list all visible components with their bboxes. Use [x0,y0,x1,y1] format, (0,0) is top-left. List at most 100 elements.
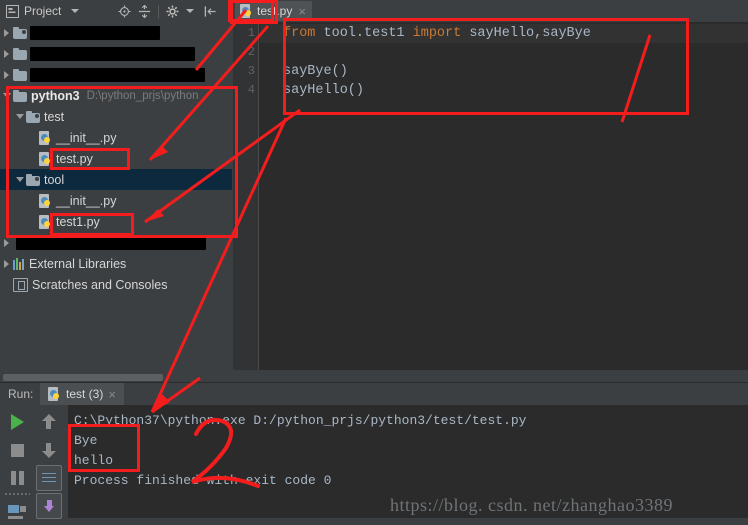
code-line[interactable]: sayBye() [283,62,748,81]
tree-row-label: test [44,109,65,124]
collapse-arrow-icon[interactable] [13,106,26,127]
tree-row-label: __init__.py [56,130,117,145]
stop-button[interactable] [4,437,30,463]
tree-row[interactable]: __init__.py [0,190,232,211]
package-icon [26,173,40,186]
code-editor[interactable]: 1 2 3 4 from tool.test1 import sayHello,say… [233,22,748,370]
expand-arrow-icon[interactable] [0,232,13,253]
line-number: 3 [247,64,255,78]
project-panel-label: Project [24,4,62,18]
print-button[interactable] [4,499,30,525]
tree-row[interactable]: External Libraries [0,253,232,274]
tree-row[interactable]: Scratches and Consoles [0,274,232,295]
arrow-up-icon [42,414,56,430]
pause-icon [10,471,24,485]
code-text: sayHello,sayBye [461,26,591,41]
pycharm-window: Project python3 D:\python_prjs\python test… [0,0,748,519]
tree-row[interactable]: python3 D:\python_prjs\python [0,85,232,106]
arrow-down-icon [42,442,56,458]
code-line[interactable]: sayHello() [283,81,748,100]
printer-icon [8,505,26,519]
run-tab-label: test (3) [66,387,104,401]
play-icon [10,414,24,430]
settings-gear-icon[interactable] [166,5,179,18]
stop-icon [10,443,24,457]
line-number: 4 [247,83,255,97]
rerun-button[interactable] [4,409,30,435]
project-toolbar-icons [118,0,217,22]
soft-wrap-button[interactable] [36,465,62,491]
code-text: sayHello() [283,83,365,98]
collapse-arrow-icon[interactable] [0,85,13,106]
tree-row[interactable]: tool [0,169,232,190]
folder-icon [13,47,27,60]
console-line: Bye [74,433,98,448]
code-line[interactable] [283,43,748,62]
project-tree[interactable]: python3 D:\python_prjs\pythontest __init__… [0,22,232,370]
scroll-to-end-icon [36,493,62,519]
redacted-row [30,46,195,61]
redacted-row [30,25,160,40]
tree-row-label: tool [44,172,65,187]
scroll-down-button[interactable] [36,437,62,463]
close-icon[interactable]: × [108,387,116,402]
tree-row-label: test.py [56,151,93,166]
python-file-icon [48,387,61,401]
close-icon[interactable]: × [298,4,306,19]
scroll-to-end-button[interactable] [36,493,62,519]
tree-row-label: python3 [31,88,80,103]
tree-row-path: D:\python_prjs\python [86,89,199,102]
code-keyword: import [412,26,462,41]
expand-arrow-icon[interactable] [0,22,13,43]
tree-row[interactable]: test.py [0,148,232,169]
scroll-up-button[interactable] [36,409,62,435]
run-panel: Run: test (3) × C:\Python37\python.exe D… [0,382,748,519]
tree-row[interactable] [0,22,232,43]
folder-icon [13,68,27,81]
tree-row[interactable] [0,64,232,85]
project-panel-title[interactable]: Project [0,4,80,18]
settings-chevron-down-icon[interactable] [186,9,194,13]
folder-icon [13,89,27,102]
tree-row[interactable] [0,232,232,253]
tree-row-label: Scratches and Consoles [32,277,168,292]
editor-tabbar: test.py × [233,0,748,23]
python-file-icon [39,214,52,229]
editor-tab-label: test.py [257,4,293,18]
tree-row[interactable]: test [0,106,232,127]
tree-row-label: __init__.py [56,193,117,208]
tree-row[interactable] [0,43,232,64]
dots-handle-icon [4,492,30,496]
expand-arrow-icon[interactable] [0,253,13,274]
line-number: 1 [247,26,255,40]
tree-row-label: test1.py [56,214,100,229]
editor-code[interactable]: from tool.test1 import sayHello,sayBye s… [283,24,748,370]
module-icon [13,26,27,39]
collapse-arrow-icon[interactable] [13,169,26,190]
python-file-icon [240,4,253,18]
python-file-icon [39,193,52,208]
external-libraries-icon [13,257,25,270]
run-console-output[interactable]: C:\Python37\python.exe D:/python_prjs/py… [68,405,748,518]
expand-arrow-icon[interactable] [0,64,13,85]
tree-row[interactable]: __init__.py [0,127,232,148]
line-number: 2 [247,45,255,59]
console-line: C:\Python37\python.exe D:/python_prjs/py… [74,413,527,428]
expand-collapse-icon[interactable] [138,4,151,18]
editor-tab-test-py[interactable]: test.py × [235,1,312,21]
tree-arrow-placeholder [26,190,39,211]
expand-arrow-icon[interactable] [0,43,13,64]
python-file-icon [39,130,52,145]
run-panel-header: Run: test (3) × [0,383,748,405]
redacted-row [30,67,205,82]
tree-row[interactable]: test1.py [0,211,232,232]
toolbar-separator [158,4,159,18]
hide-panel-icon[interactable] [204,5,217,18]
project-view-icon [6,4,19,18]
run-panel-sidebar [0,405,68,519]
locate-target-icon[interactable] [118,4,131,18]
run-tab-test[interactable]: test (3) × [40,383,124,405]
chevron-down-icon[interactable] [71,9,80,13]
code-line[interactable]: from tool.test1 import sayHello,sayBye [283,24,748,43]
pause-button[interactable] [4,465,30,491]
